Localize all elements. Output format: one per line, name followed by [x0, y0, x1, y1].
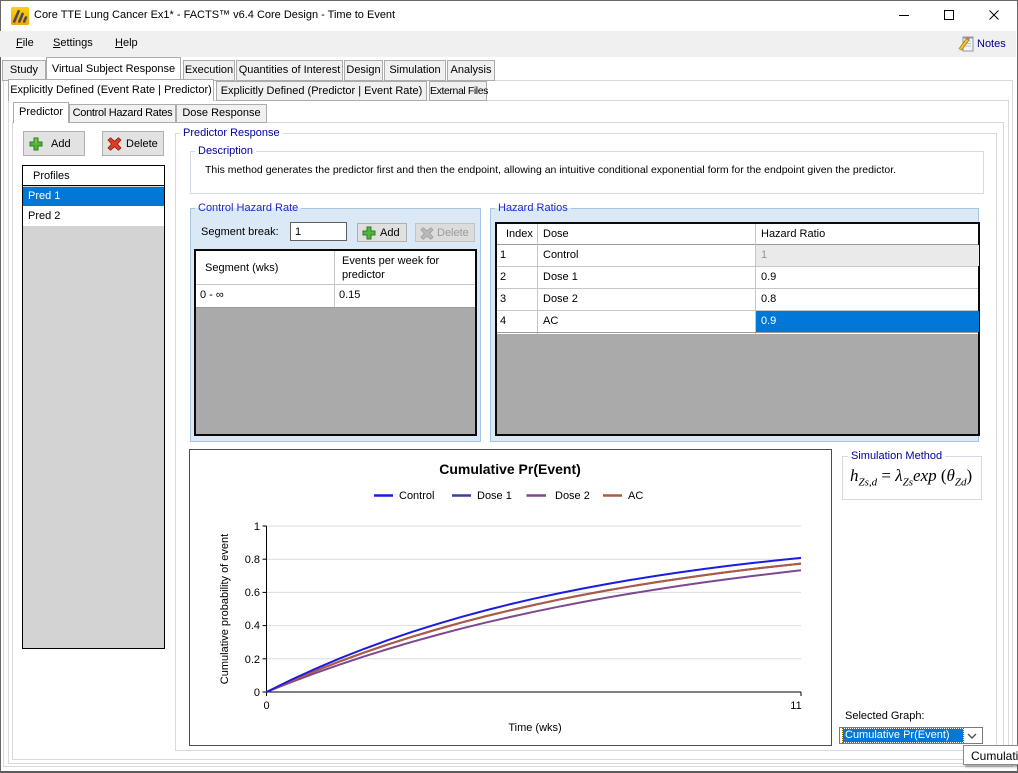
svg-text:0: 0 — [254, 687, 260, 699]
svg-text:1: 1 — [254, 521, 260, 533]
svg-text:Dose 1: Dose 1 — [477, 490, 512, 502]
svg-text:AC: AC — [628, 490, 643, 502]
svg-text:0.8: 0.8 — [245, 554, 260, 566]
svg-text:0.4: 0.4 — [245, 620, 260, 632]
svg-text:Control: Control — [399, 490, 434, 502]
svg-text:Cumulative Pr(Event): Cumulative Pr(Event) — [439, 461, 581, 477]
svg-text:0: 0 — [263, 700, 269, 712]
svg-text:Dose 2: Dose 2 — [555, 490, 590, 502]
svg-text:0.2: 0.2 — [245, 654, 260, 666]
svg-text:0.6: 0.6 — [245, 587, 260, 599]
svg-text:11: 11 — [790, 700, 801, 712]
svg-text:Time (wks): Time (wks) — [508, 722, 561, 734]
svg-text:Cumulative probability of even: Cumulative probability of event — [219, 534, 231, 684]
